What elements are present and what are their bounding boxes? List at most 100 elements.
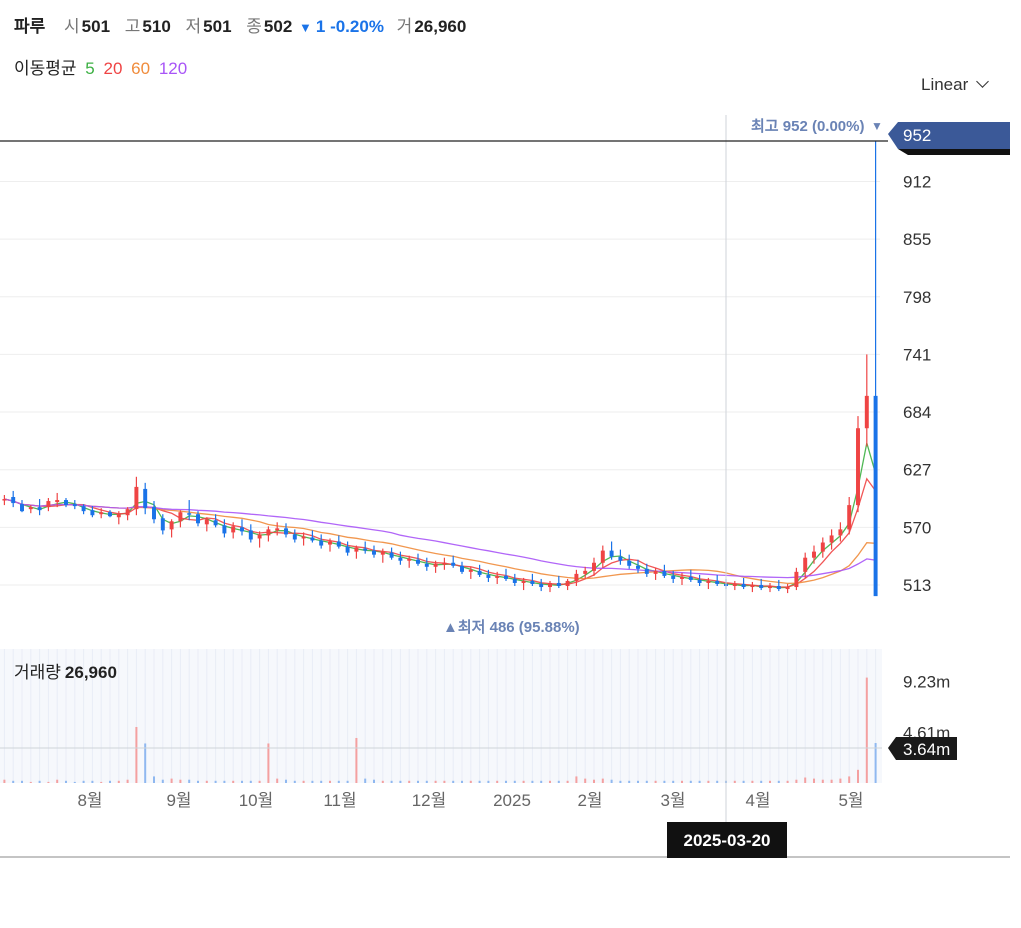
candle-body [187,513,192,515]
candle [284,523,288,538]
candle [292,529,297,543]
volume-bar [56,779,59,783]
volume-bar [663,780,666,783]
volume-bar [329,780,331,783]
time-tick-label: 2025 [493,791,531,810]
candle [574,569,579,587]
candle-body [820,542,825,552]
candle [627,554,632,569]
candle-body [345,546,350,553]
candle [565,578,570,591]
candle-body [204,519,209,525]
volume-bar [153,776,155,783]
candle-body [20,504,24,512]
volume-bar [672,780,675,783]
candle-body [468,569,473,572]
volume-panel-label: 거래량 [14,663,61,682]
candle [697,574,702,587]
volume-bar [21,780,23,783]
candle [416,553,420,566]
volume-bar [47,781,50,783]
candle-body [196,514,200,524]
volume-bar [452,780,455,783]
volume-bar [874,743,877,783]
candle-body [222,525,227,534]
candle-body [609,550,614,557]
candle [847,497,852,535]
volume-bar [381,780,384,783]
candle-body [231,526,236,533]
candle-body [856,428,860,506]
volume-bar [654,780,657,783]
candle-body [521,580,526,583]
volume-bar [461,780,463,783]
candle-body [424,563,429,567]
time-tick-label: 3월 [660,791,685,810]
candle-body [618,556,623,561]
candle [812,545,816,564]
volume-bar [144,743,147,783]
volume-bar [73,781,76,783]
candle-body [99,512,104,515]
volume-bar [601,778,604,783]
candle [442,557,447,570]
volume-bar [786,780,789,783]
candle [240,519,244,536]
candle-body [583,570,588,574]
candle-body [160,518,165,531]
volume-bar [399,780,402,783]
candle-body [284,528,288,535]
candle-body [81,506,86,512]
candle-body [389,552,394,558]
candle-body [240,527,244,532]
volume-bar [3,779,6,783]
candle-body [627,560,632,566]
candle [46,498,51,512]
volume-bar [337,780,340,783]
candle-body [11,497,16,504]
volume-bar [117,780,120,783]
candle-body [2,499,7,501]
candle-body [556,582,561,587]
candle [20,500,24,513]
volume-bar [848,776,851,783]
candle-body [310,537,315,541]
candle [257,531,262,548]
candle-body [55,500,60,503]
crosshair-date: 2025-03-20 [667,822,787,858]
candle [266,526,271,542]
candle-body [495,575,500,578]
candle [618,549,623,565]
candle-body [213,520,218,526]
candle-body [662,570,667,576]
volume-bar [540,780,543,783]
candle-body [776,586,781,590]
candle-body [398,557,403,561]
candle-body [592,562,596,571]
volume-bar [443,780,446,783]
volume-bar [584,778,587,783]
volume-bar [804,777,807,783]
candle-body [847,505,852,530]
candle [204,517,209,532]
price-chart[interactable]: 912 855 798 741 684 627 570 513 9.23m4.61m 8월 9월… [0,0,1021,928]
candle [794,567,799,591]
volume-bar [513,780,516,783]
volume-bar [531,780,534,783]
volume-bar [408,780,411,783]
candle [336,535,341,549]
volume-bar [373,779,375,783]
candle-body [37,507,42,511]
volume-bar [425,780,428,783]
volume-bar [566,780,569,783]
candle-body [636,565,640,569]
candle-body [328,541,332,545]
high-annotation: 최고 952 (0.00%) [751,117,864,135]
volume-bar [188,779,191,783]
volume-bar [311,780,314,783]
volume-bar [857,769,859,783]
candle [829,529,834,550]
candle-body [530,580,535,584]
candle-body [64,500,68,506]
volume-panel-bg [0,649,882,783]
